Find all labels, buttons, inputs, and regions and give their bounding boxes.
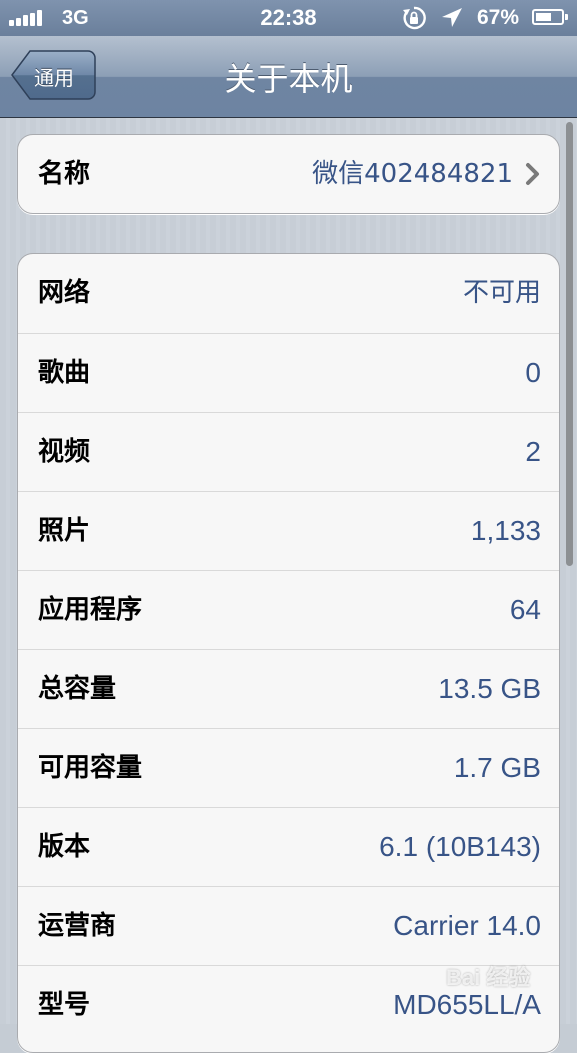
info-value: 1.7 GB [453,752,541,783]
name-row[interactable]: 名称 微信402484821 [18,135,559,213]
info-row-carrier: 运营商 Carrier 14.0 [18,886,559,965]
info-label: 歌曲 [38,358,91,388]
info-label: 型号 [38,990,91,1020]
info-value: 2 [525,436,541,467]
rotation-lock-icon [403,6,426,30]
info-row-photos: 照片 1,133 [18,491,559,570]
info-value: 64 [509,594,541,625]
info-label: 版本 [38,832,91,862]
name-value: 微信402484821 [312,159,513,189]
info-value: 不可用 [462,278,541,308]
scrollbar[interactable] [566,122,573,566]
info-label: 网络 [38,278,91,308]
info-row-version: 版本 6.1 (10B143) [18,807,559,886]
chevron-right-icon [526,163,539,185]
battery-percent: 67% [477,6,520,29]
info-value: 13.5 GB [438,673,541,704]
info-label: 应用程序 [38,595,143,625]
info-row-apps: 应用程序 64 [18,570,559,649]
page-title: 关于本机 [224,60,353,98]
status-bar: 3G 22:38 67% [0,0,577,36]
name-label: 名称 [38,159,91,189]
info-label: 照片 [38,516,91,546]
info-row-available: 可用容量 1.7 GB [18,728,559,807]
info-label: 总容量 [38,674,117,704]
location-arrow-icon [442,8,462,27]
info-label: 可用容量 [38,753,143,783]
info-row-network: 网络 不可用 [18,254,559,333]
battery-icon [532,9,568,25]
info-group: 网络 不可用 歌曲 0 视频 2 照片 1,133 应用程序 64 总容量 13… [17,253,560,1053]
name-group: 名称 微信402484821 [17,134,560,214]
info-row-songs: 歌曲 0 [18,333,559,412]
info-row-capacity: 总容量 13.5 GB [18,649,559,728]
watermark-logo: Bai 经验 [446,965,531,990]
info-row-videos: 视频 2 [18,412,559,491]
info-value: 0 [525,357,541,388]
info-label: 视频 [38,437,91,467]
info-value: 6.1 (10B143) [379,831,541,862]
info-value: 1,133 [470,515,541,546]
info-label: 运营商 [38,911,117,941]
navigation-bar: 通用 关于本机 [0,36,577,118]
info-value: Carrier 14.0 [393,910,541,941]
